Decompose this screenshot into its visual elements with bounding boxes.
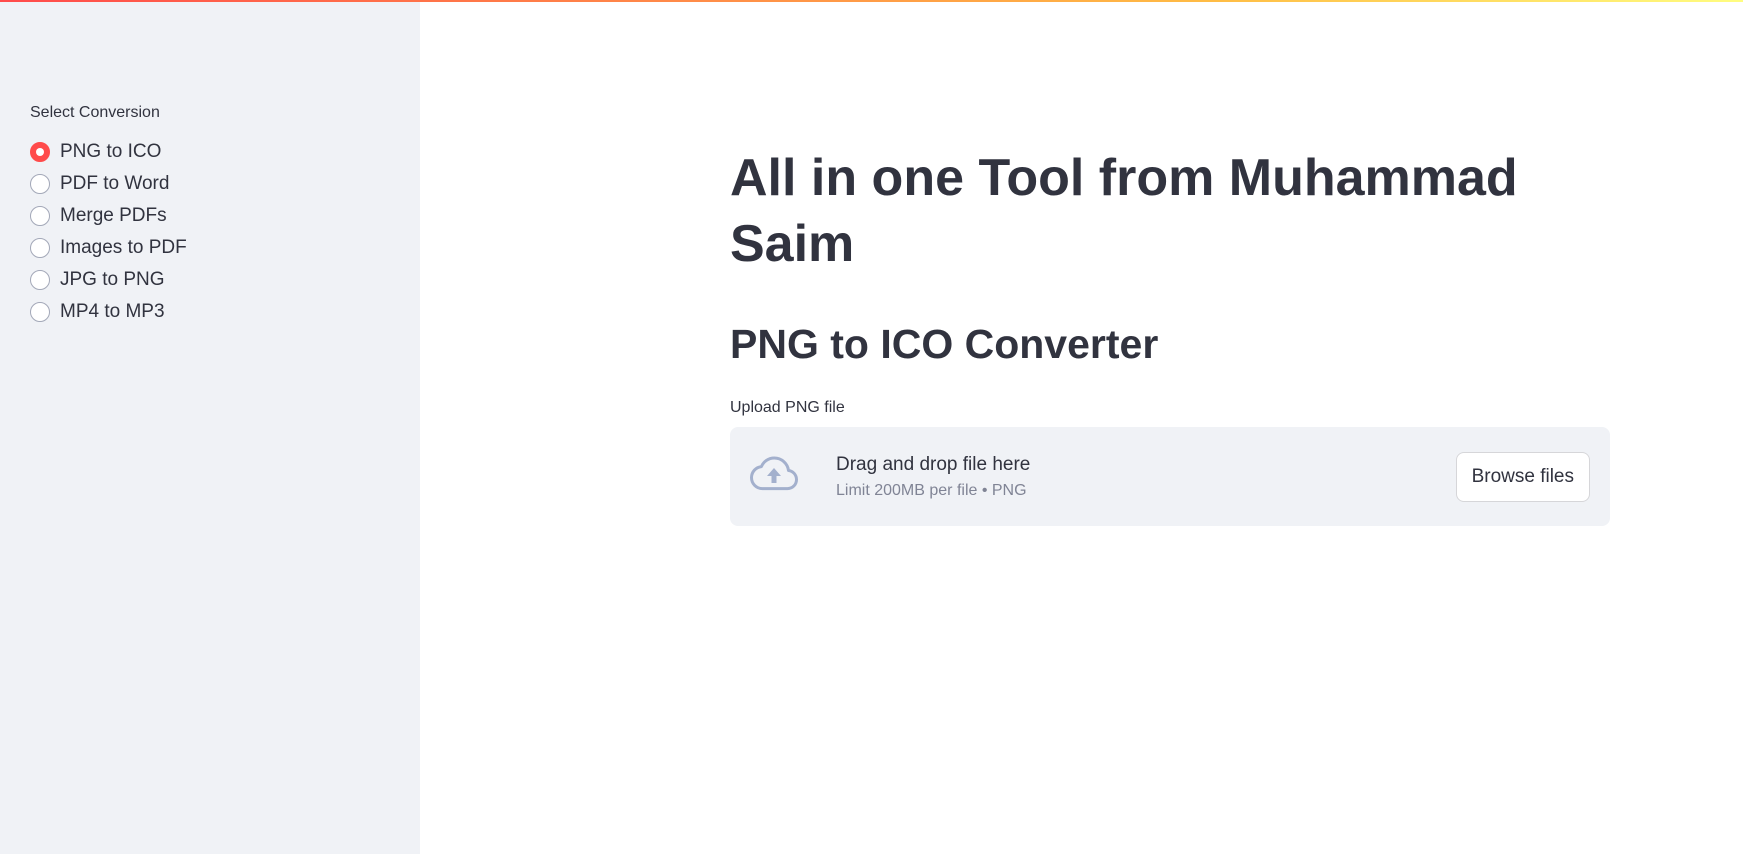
radio-option-mp4-to-mp3[interactable]: MP4 to MP3 bbox=[30, 296, 390, 328]
radio-button[interactable] bbox=[30, 302, 50, 322]
dropzone-limit-text: Limit 200MB per file • PNG bbox=[836, 481, 1027, 499]
radio-option-images-to-pdf[interactable]: Images to PDF bbox=[30, 232, 390, 264]
radio-option-label: PNG to ICO bbox=[60, 141, 162, 162]
content-block: All in one Tool from Muhammad Saim PNG t… bbox=[730, 145, 1610, 526]
radio-option-label: JPG to PNG bbox=[60, 269, 165, 290]
conversion-radio-group: PNG to ICO PDF to Word Merge PDFs Images… bbox=[30, 136, 390, 328]
radio-button-selected[interactable] bbox=[30, 142, 50, 162]
radio-button[interactable] bbox=[30, 270, 50, 290]
radio-option-pdf-to-word[interactable]: PDF to Word bbox=[30, 168, 390, 200]
file-dropzone[interactable]: Drag and drop file here Limit 200MB per … bbox=[730, 427, 1610, 526]
section-title: PNG to ICO Converter bbox=[730, 321, 1159, 367]
radio-option-merge-pdfs[interactable]: Merge PDFs bbox=[30, 200, 390, 232]
sidebar: Select Conversion PNG to ICO PDF to Word… bbox=[0, 0, 420, 854]
radio-group-label: Select Conversion bbox=[30, 104, 160, 121]
uploader-label: Upload PNG file bbox=[730, 399, 845, 416]
radio-button[interactable] bbox=[30, 174, 50, 194]
top-decoration-bar bbox=[0, 0, 1743, 2]
radio-button[interactable] bbox=[30, 206, 50, 226]
browse-files-button[interactable]: Browse files bbox=[1455, 451, 1590, 502]
radio-option-label: MP4 to MP3 bbox=[60, 301, 165, 322]
dropzone-instructions: Drag and drop file here bbox=[836, 453, 1031, 475]
cloud-upload-icon bbox=[750, 454, 836, 499]
radio-option-label: Merge PDFs bbox=[60, 205, 167, 226]
main-content: All in one Tool from Muhammad Saim PNG t… bbox=[420, 0, 1743, 854]
dropzone-text: Drag and drop file here Limit 200MB per … bbox=[836, 454, 1456, 500]
radio-button[interactable] bbox=[30, 238, 50, 258]
radio-option-label: Images to PDF bbox=[60, 237, 187, 258]
radio-option-jpg-to-png[interactable]: JPG to PNG bbox=[30, 264, 390, 296]
radio-option-png-to-ico[interactable]: PNG to ICO bbox=[30, 136, 390, 168]
radio-option-label: PDF to Word bbox=[60, 173, 170, 194]
page-title: All in one Tool from Muhammad Saim bbox=[730, 149, 1518, 273]
